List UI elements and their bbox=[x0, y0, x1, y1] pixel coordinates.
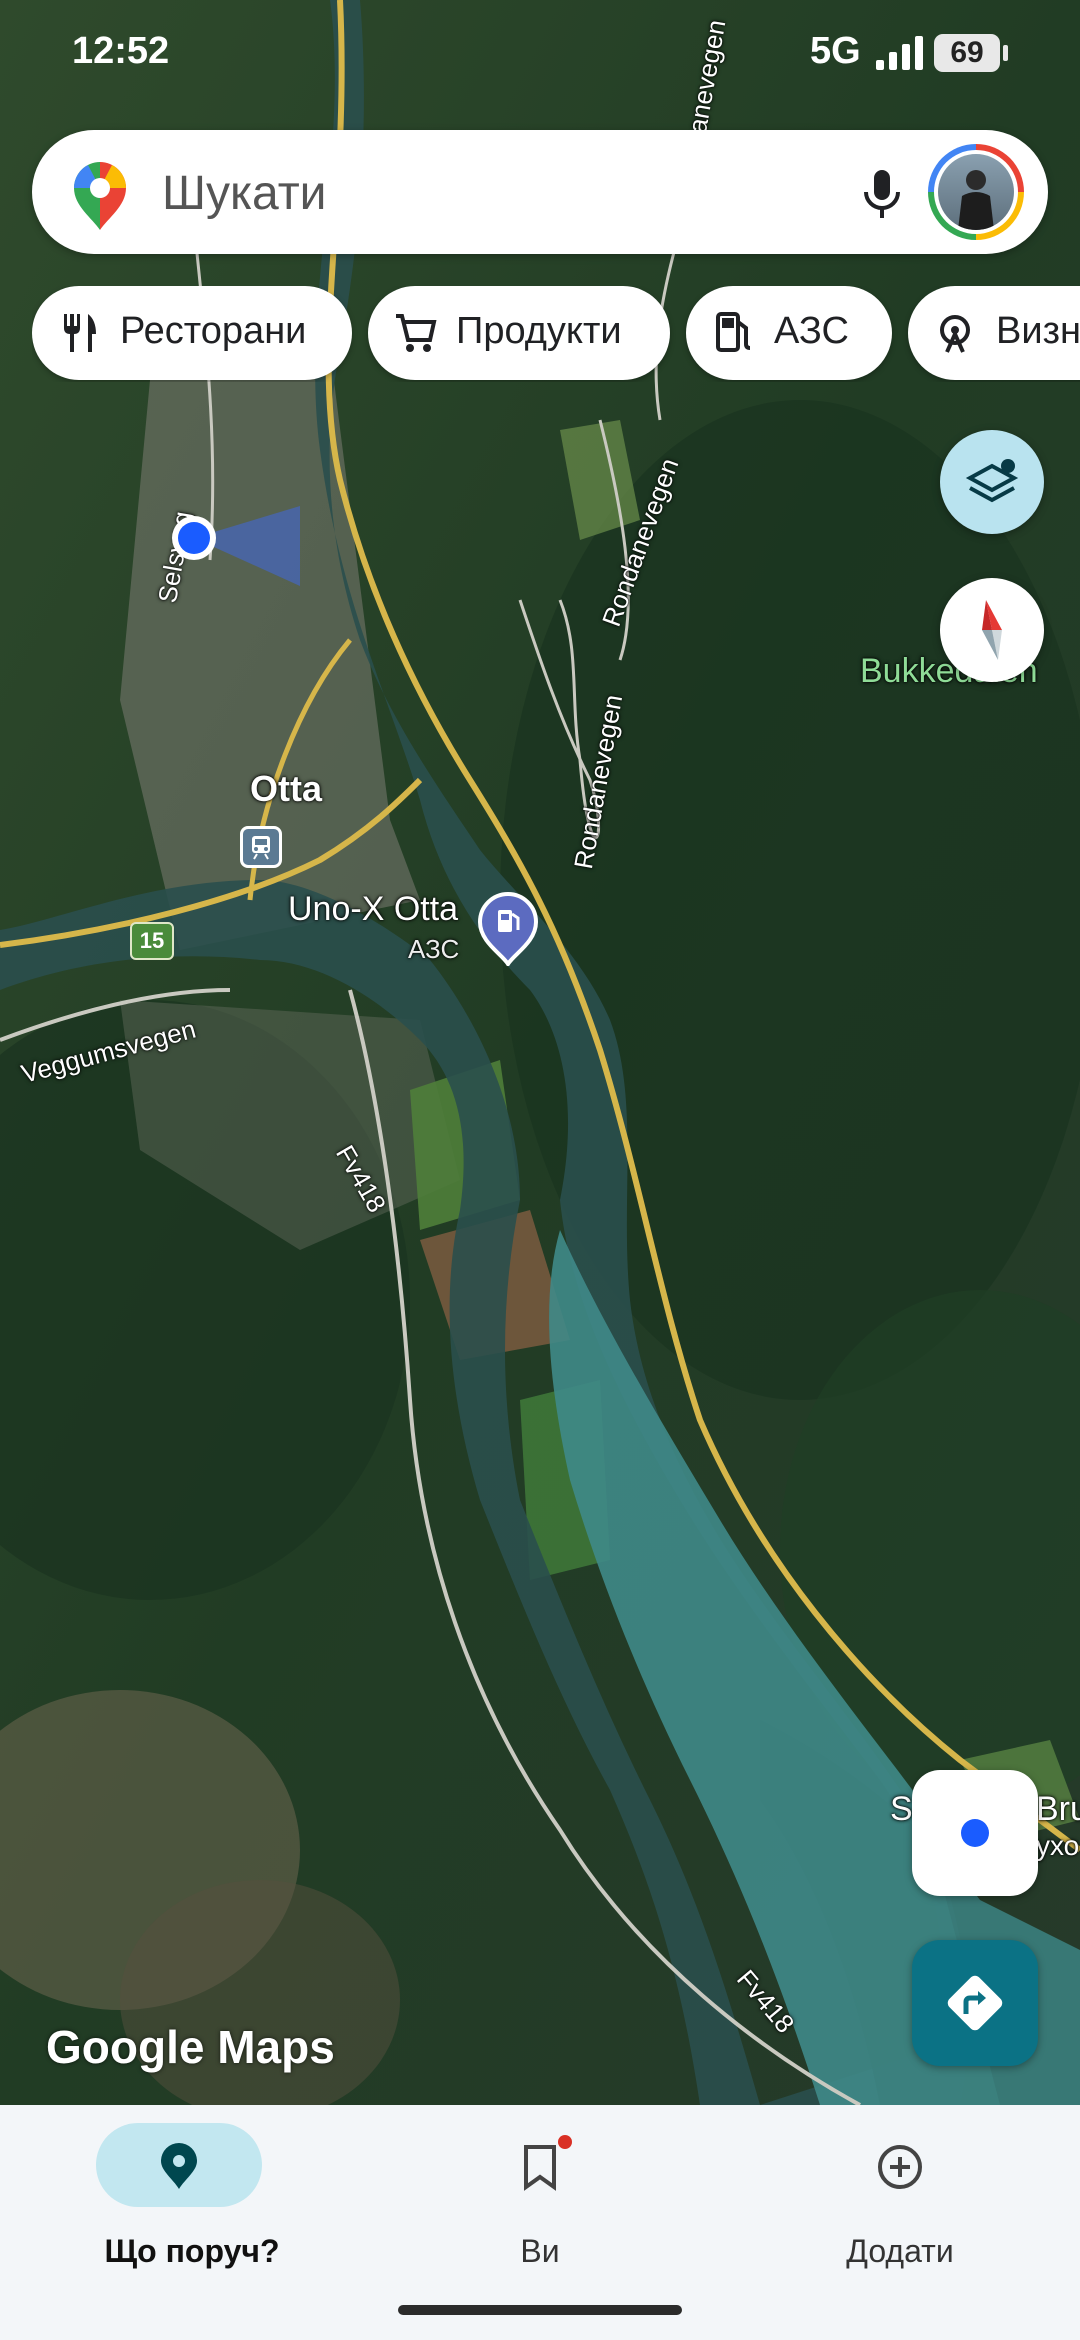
directions-button[interactable] bbox=[912, 1940, 1038, 2066]
directions-icon bbox=[947, 1975, 1003, 2031]
nav-label: Додати bbox=[846, 2233, 954, 2269]
category-chips: Ресторани Продукти АЗС Визн bbox=[32, 286, 1080, 382]
my-location-icon bbox=[961, 1819, 989, 1847]
explore-pin-icon bbox=[161, 2143, 197, 2189]
chip-label: Ресторани bbox=[120, 310, 307, 352]
attraction-icon bbox=[940, 315, 970, 353]
chip-gas[interactable]: АЗС bbox=[686, 286, 892, 380]
notification-dot bbox=[558, 2135, 572, 2149]
compass-icon bbox=[982, 600, 1002, 660]
current-location-dot bbox=[150, 496, 310, 606]
fork-knife-icon bbox=[64, 314, 96, 352]
google-maps-pin-icon bbox=[74, 162, 126, 230]
gas-station-pin-icon[interactable] bbox=[476, 890, 540, 968]
bookmark-icon bbox=[524, 2145, 556, 2191]
gesture-handle[interactable] bbox=[398, 2305, 682, 2315]
chip-attractions[interactable]: Визн bbox=[908, 286, 1080, 380]
chip-label: Визн bbox=[996, 310, 1080, 352]
battery-icon: 69 bbox=[934, 34, 1008, 72]
layers-button[interactable] bbox=[940, 430, 1044, 534]
account-avatar[interactable] bbox=[928, 144, 1024, 240]
chip-label: АЗС bbox=[774, 310, 849, 352]
signal-icon bbox=[876, 36, 923, 70]
status-bar: 12:52 5G 69 bbox=[0, 0, 1080, 110]
nav-label: Що поруч? bbox=[104, 2233, 280, 2269]
map-label-s: S bbox=[890, 1790, 913, 1828]
nav-explore[interactable]: Що поруч? bbox=[42, 2123, 342, 2283]
compass-button[interactable] bbox=[940, 578, 1044, 682]
map-label-station[interactable]: Uno-X Otta bbox=[288, 890, 458, 929]
nav-label: Ви bbox=[520, 2233, 560, 2269]
train-station-icon[interactable] bbox=[240, 826, 282, 868]
google-maps-logo: Google Maps bbox=[46, 2021, 335, 2073]
layers-icon bbox=[965, 459, 1019, 503]
nav-contribute[interactable]: Додати bbox=[750, 2123, 1050, 2283]
chip-restaurants[interactable]: Ресторани bbox=[32, 286, 352, 380]
fuel-pump-icon bbox=[716, 312, 751, 352]
search-input[interactable]: Шукати bbox=[162, 166, 326, 221]
my-location-button[interactable] bbox=[912, 1770, 1038, 1896]
search-bar[interactable]: Шукати bbox=[32, 130, 1048, 254]
map-label-town[interactable]: Otta bbox=[250, 768, 322, 810]
status-time: 12:52 bbox=[72, 30, 170, 72]
map-label-suxo: ухо bbox=[1036, 1830, 1080, 1861]
nav-you[interactable]: Ви bbox=[390, 2123, 690, 2283]
microphone-icon[interactable] bbox=[852, 164, 912, 224]
map-label-bru: Bru bbox=[1036, 1790, 1080, 1828]
add-circle-icon bbox=[878, 2145, 922, 2189]
network-type: 5G bbox=[810, 30, 861, 72]
chip-label: Продукти bbox=[456, 310, 622, 352]
cart-icon bbox=[396, 314, 437, 352]
route-15-badge: 15 bbox=[130, 922, 174, 960]
map-label-station-type: АЗС bbox=[408, 934, 460, 964]
chip-groceries[interactable]: Продукти bbox=[368, 286, 670, 380]
